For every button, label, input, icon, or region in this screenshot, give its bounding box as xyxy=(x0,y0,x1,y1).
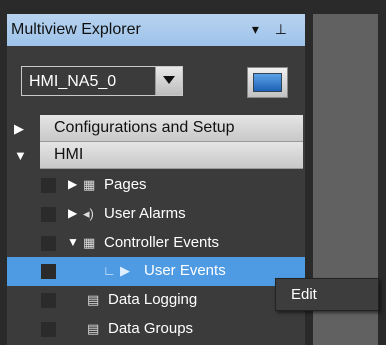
window-right-border xyxy=(378,0,386,345)
status-square xyxy=(41,207,56,222)
collapse-arrow-icon[interactable]: ▼ xyxy=(14,148,27,163)
event-play-icon: ▶ xyxy=(120,263,130,278)
tree-item-controller-events[interactable]: ▼ ▦ Controller Events xyxy=(7,229,305,258)
data-group-icon: ▤ xyxy=(87,321,100,336)
status-square xyxy=(41,236,56,251)
tree-item-label: Data Logging xyxy=(108,291,198,308)
section-hmi[interactable]: HMI xyxy=(40,142,303,169)
tree-item-user-alarms[interactable]: ▶ ◂) User Alarms xyxy=(7,200,305,229)
pane-title-bar: Multiview Explorer ▾ ⊥ xyxy=(7,14,305,46)
logging-icon: ▤ xyxy=(87,292,100,307)
tree-item-label: User Events xyxy=(144,262,226,279)
event-grid-icon: ▦ xyxy=(83,235,96,250)
tree-item-pages[interactable]: ▶ ▦ Pages xyxy=(7,171,305,200)
expand-arrow-icon[interactable]: ▶ xyxy=(68,177,77,191)
grid-page-icon: ▦ xyxy=(83,177,96,192)
expand-arrow-icon[interactable]: ▶ xyxy=(68,206,77,220)
section-configurations-and-setup[interactable]: Configurations and Setup xyxy=(40,115,303,142)
device-selector-value: HMI_NA5_0 xyxy=(29,73,117,90)
tree-item-label: Data Groups xyxy=(108,320,194,337)
tree-item-data-groups[interactable]: ▤ Data Groups xyxy=(7,315,305,344)
section-label: Configurations and Setup xyxy=(54,119,235,136)
speaker-icon: ◂) xyxy=(83,206,94,221)
section-label: HMI xyxy=(54,146,84,163)
window-top-border xyxy=(0,0,386,14)
context-menu: Edit xyxy=(275,278,379,311)
tree-branch-icon: ∟ xyxy=(103,263,116,278)
tree-item-data-logging[interactable]: ▤ Data Logging xyxy=(7,286,305,315)
window-left-border xyxy=(0,0,7,345)
status-square xyxy=(41,264,56,279)
collapse-arrow-icon[interactable]: ▼ xyxy=(67,235,79,249)
status-square xyxy=(41,322,56,337)
device-screen xyxy=(253,73,282,92)
tree-item-user-events[interactable]: ∟ ▶ User Events xyxy=(7,257,305,286)
tree-item-label: Pages xyxy=(104,176,147,193)
expand-arrow-icon[interactable]: ▶ xyxy=(14,121,24,137)
chevron-down-icon xyxy=(163,76,175,84)
tree-item-label: Controller Events xyxy=(104,234,220,251)
pane-title: Multiview Explorer xyxy=(11,21,141,38)
device-dropdown-button[interactable] xyxy=(155,67,182,95)
status-square xyxy=(41,178,56,193)
device-monitor-icon[interactable] xyxy=(247,67,288,98)
tree-item-label: User Alarms xyxy=(104,205,186,222)
status-square xyxy=(41,293,56,308)
pin-icon[interactable]: ▾ ⊥ xyxy=(252,21,293,38)
context-menu-edit[interactable]: Edit xyxy=(291,286,317,303)
